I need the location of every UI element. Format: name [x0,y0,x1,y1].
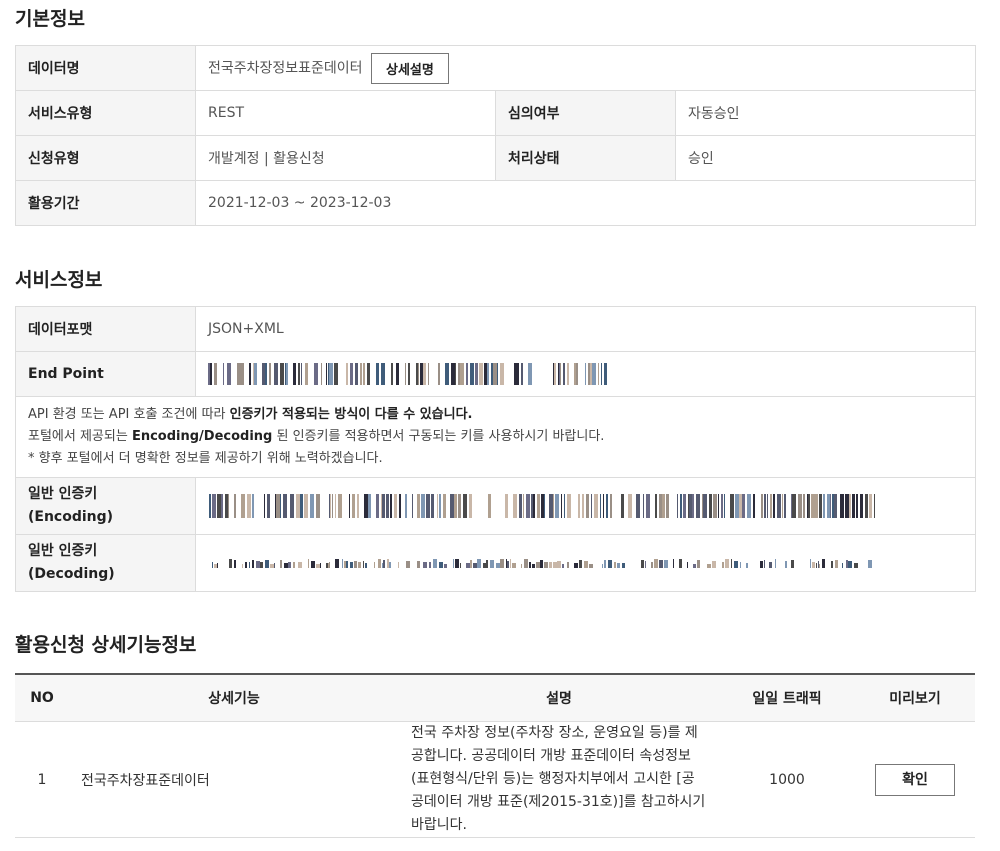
encoding-key-masked-value [209,494,875,518]
desc-line: 공데이터 개방 표준(제2015-31호)]를 참고하시기 [411,794,706,810]
encoding-key-label-line1: 일반 인증키 [28,486,98,502]
feature-table: NO 상세기능 설명 일일 트래픽 미리보기 1 전국주차장표준데이터 전국 주… [15,673,975,838]
col-header-desc: 설명 [399,674,719,722]
row-description: 전국 주차장 정보(주차장 장소, 운영요일 등)를 제 공합니다. 공공데이터… [399,721,719,838]
notice-text: * 향후 포털에서 더 명확한 정보를 제공하기 위해 노력하겠습니다. [28,451,383,466]
data-name-label: 데이터명 [15,45,196,91]
desc-line: 공합니다. 공공데이터 개방 표준데이터 속성정보 [411,748,691,764]
notice-emphasis: Encoding/Decoding [131,429,273,444]
status-label: 처리상태 [495,135,676,181]
notice-text: 포털에서 제공되는 [28,429,132,444]
key-notice: API 환경 또는 API 호출 조건에 따라 인증키가 적용되는 방식이 다를… [15,396,976,478]
row-no: 1 [15,721,69,838]
request-type-label: 신청유형 [15,135,196,181]
decoding-key-label-line2: (Decoding) [28,566,115,582]
col-header-preview: 미리보기 [855,674,975,722]
notice-text: 된 인증키를 적용하면서 구동되는 키를 사용하시기 바랍니다. [272,429,605,444]
desc-line: 바랍니다. [411,817,467,833]
service-info-title: 서비스정보 [15,269,103,291]
col-header-no: NO [15,674,69,722]
decoding-key-label: 일반 인증키 (Decoding) [15,534,196,592]
decoding-key-label-line1: 일반 인증키 [28,543,98,559]
service-info-table: 데이터포맷 JSON+XML End Point API 환경 또는 API 호… [15,306,976,592]
endpoint-masked-value [208,363,607,385]
encoding-key-cell [195,477,976,535]
review-value: 자동승인 [674,90,977,136]
notice-text: API 환경 또는 API 호출 조건에 따라 [28,407,230,422]
decoding-key-cell [195,534,976,592]
desc-line: 전국 주차장 정보(주차장 장소, 운영요일 등)를 제 [411,725,698,741]
row-feature: 전국주차장표준데이터 [69,721,399,838]
decoding-key-masked-value [212,559,872,568]
period-value: 2021-12-03 ~ 2023-12-03 [194,180,977,226]
preview-confirm-button[interactable]: 확인 [875,763,955,796]
data-format-label: 데이터포맷 [15,306,196,352]
request-type-value: 개발계정 | 활용신청 [195,135,496,181]
service-type-value: REST [195,90,496,136]
encoding-key-label-line2: (Encoding) [28,509,114,525]
notice-emphasis: 인증키가 적용되는 방식이 다를 수 있습니다. [229,407,473,422]
service-type-label: 서비스유형 [15,90,196,136]
row-preview-cell: 확인 [855,721,975,838]
basic-info-title: 기본정보 [15,8,85,30]
basic-info-table: 데이터명 전국주차장정보표준데이터 상세설명 서비스유형 REST 심의여부 자… [15,45,977,226]
col-header-traffic: 일일 트래픽 [719,674,855,722]
period-label: 활용기간 [15,180,196,226]
table-row: 1 전국주차장표준데이터 전국 주차장 정보(주차장 장소, 운영요일 등)를 … [15,721,975,838]
detail-description-button[interactable]: 상세설명 [371,52,449,84]
desc-line: (표현형식/단위 등)는 행정자치부에서 고시한 [공 [411,771,695,787]
col-header-feature: 상세기능 [69,674,399,722]
endpoint-cell [195,351,976,397]
feature-info-title: 활용신청 상세기능정보 [15,634,197,656]
encoding-key-label: 일반 인증키 (Encoding) [15,477,196,535]
data-name-value: 전국주차장정보표준데이터 [208,60,363,76]
status-value: 승인 [674,135,977,181]
review-label: 심의여부 [495,90,676,136]
row-traffic: 1000 [719,721,855,838]
data-format-value: JSON+XML [195,306,976,352]
endpoint-label: End Point [15,351,196,397]
data-name-cell: 전국주차장정보표준데이터 상세설명 [194,45,977,91]
